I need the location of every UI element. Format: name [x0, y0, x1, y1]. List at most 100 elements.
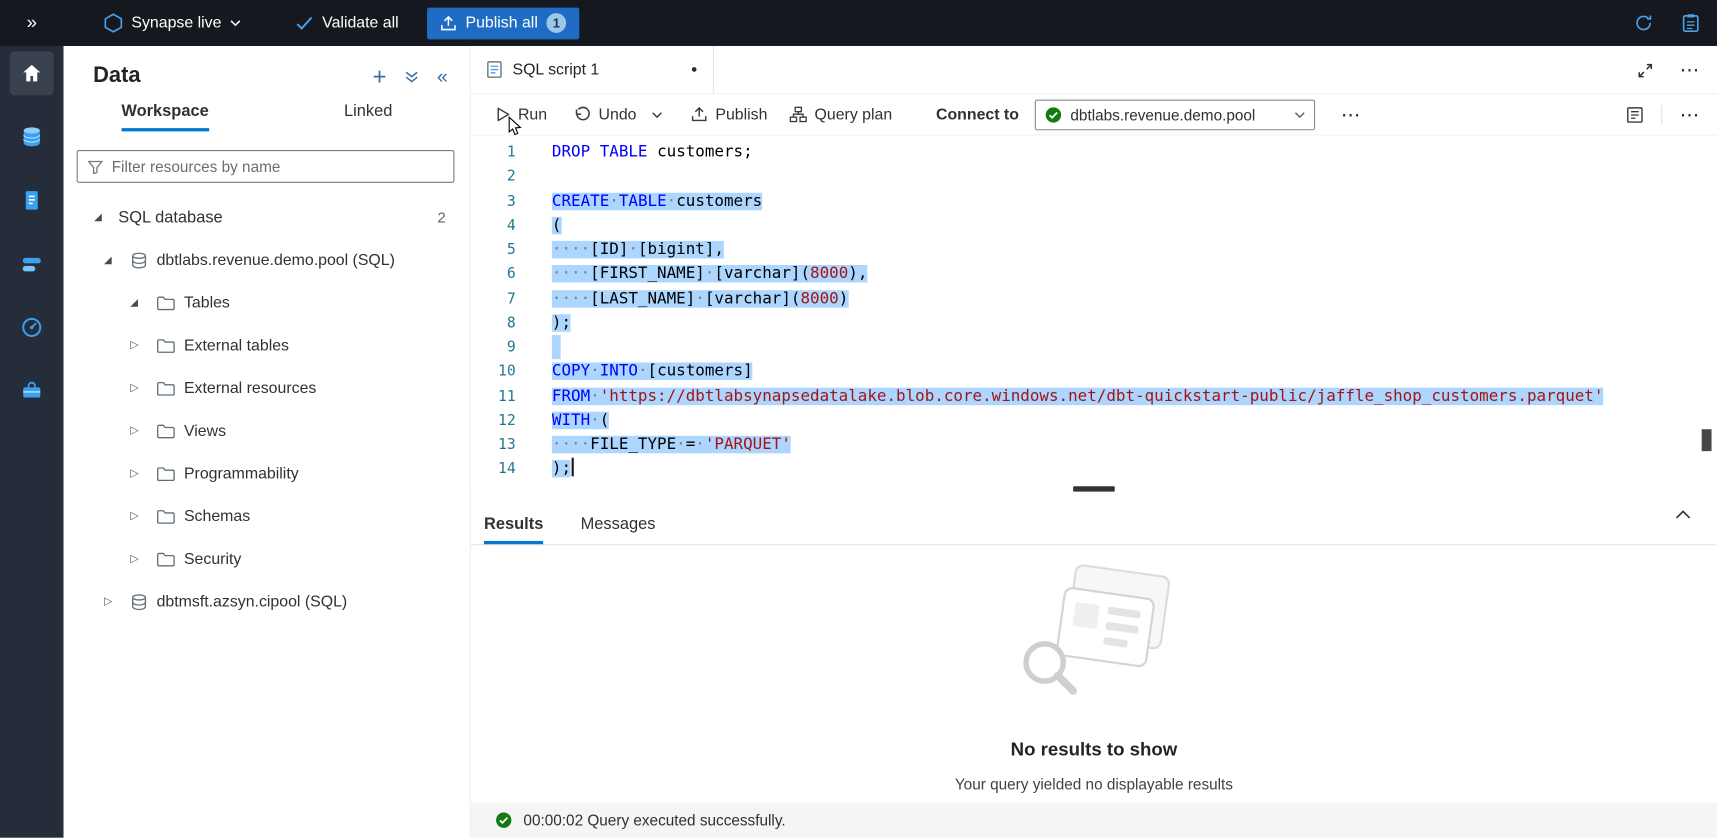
tab-messages-label: Messages [581, 515, 656, 545]
clipboard-icon[interactable] [1682, 13, 1700, 33]
undo-button[interactable]: Undo [573, 106, 636, 124]
toolbar-right-more-icon[interactable]: ⋯ [1680, 109, 1700, 120]
nav-manage[interactable] [10, 369, 54, 413]
panel-splitter[interactable] [471, 484, 1717, 493]
tree-item-label: Security [184, 550, 241, 568]
tree-item[interactable]: ▷ Schemas [64, 495, 470, 538]
expand-editor-icon[interactable] [1637, 62, 1653, 78]
top-bar: » Synapse live Validate all Publish all … [0, 0, 1717, 46]
query-status-text: 00:00:02 Query executed successfully. [523, 811, 785, 829]
validate-all-button[interactable]: Validate all [296, 14, 399, 32]
folder-icon [157, 551, 176, 566]
tree-item[interactable]: ▷Programmability [64, 452, 470, 495]
folder-icon [157, 338, 176, 353]
tree-item-label: SQL database [118, 208, 222, 227]
code-line[interactable]: 1DROP TABLE customers; [471, 140, 1717, 164]
code-line[interactable]: 7····[LAST_NAME]·[varchar](8000) [471, 286, 1717, 310]
collapse-node-icon[interactable]: ◢ [94, 211, 109, 223]
code-line[interactable]: 13····FILE_TYPE·=·'PARQUET' [471, 433, 1717, 457]
tab-workspace[interactable]: Workspace [64, 102, 267, 139]
code-line[interactable]: 14); [471, 457, 1717, 481]
code-editor[interactable]: 1DROP TABLE customers;23 CREATE·TABLE·cus… [471, 136, 1717, 486]
chevron-down-icon [652, 111, 663, 118]
tree-item-label: Schemas [184, 508, 250, 526]
tabstrip-more-icon[interactable]: ⋯ [1680, 65, 1700, 76]
nav-develop[interactable] [10, 178, 54, 222]
collapse-node-icon[interactable]: ◢ [130, 297, 145, 309]
nav-home[interactable] [10, 51, 54, 95]
code-line[interactable]: 4( [471, 213, 1717, 237]
scrollbar-thumb[interactable] [1702, 429, 1712, 451]
connect-to-label: Connect to [936, 106, 1019, 124]
line-number: 3 [471, 189, 516, 213]
expand-node-icon[interactable]: ▷ [130, 339, 145, 351]
tab-sql-script-1[interactable]: SQL script 1 ● [471, 46, 714, 93]
collapse-node-icon[interactable]: ◢ [104, 254, 119, 266]
resource-tree: ◢SQL database2◢dbtlabs.revenue.demo.pool… [64, 196, 470, 623]
undo-redo-dropdown[interactable] [652, 111, 663, 118]
refresh-icon[interactable] [1634, 13, 1654, 33]
collapse-panel-icon[interactable]: « [437, 66, 448, 86]
code-line[interactable]: 11FROM·'https://dbtlabsynapsedatalake.bl… [471, 384, 1717, 408]
mode-label: Synapse live [131, 14, 221, 32]
code-text: WITH·( [552, 408, 609, 432]
code-line[interactable]: 9 [471, 335, 1717, 359]
query-plan-label: Query plan [815, 106, 893, 124]
code-text: ····FILE_TYPE·=·'PARQUET' [552, 433, 791, 457]
code-line[interactable]: 12WITH·( [471, 408, 1717, 432]
code-line[interactable]: 6····[FIRST_NAME]·[varchar](8000), [471, 262, 1717, 286]
mode-switcher[interactable]: Synapse live [104, 13, 241, 33]
tree-item[interactable]: ◢SQL database2 [64, 196, 470, 239]
separator [1661, 105, 1662, 125]
publish-all-button[interactable]: Publish all 1 [427, 7, 579, 39]
line-number: 9 [471, 335, 516, 359]
tree-item[interactable]: ▷External resources [64, 367, 470, 410]
code-line[interactable]: 10COPY·INTO·[customers] [471, 359, 1717, 383]
validate-check-icon [296, 15, 314, 30]
tree-item[interactable]: ▷ Security [64, 538, 470, 581]
nav-integrate[interactable] [10, 242, 54, 286]
nav-monitor[interactable] [10, 306, 54, 350]
empty-results-title: No results to show [1011, 739, 1178, 761]
play-icon [495, 106, 510, 122]
code-text: CREATE·TABLE·customers [552, 189, 762, 213]
expand-node-icon[interactable]: ▷ [130, 510, 145, 522]
code-line[interactable]: 8); [471, 311, 1717, 335]
toolbar-more-icon[interactable]: ⋯ [1341, 109, 1361, 120]
publish-button[interactable]: Publish [691, 106, 767, 124]
expand-node-icon[interactable]: ▷ [130, 468, 145, 480]
tree-item[interactable]: ◢dbtlabs.revenue.demo.pool (SQL) [64, 239, 470, 282]
code-text: ····[LAST_NAME]·[varchar](8000) [552, 286, 848, 310]
code-line[interactable]: 5····[ID]·[bigint], [471, 238, 1717, 262]
tree-item[interactable]: ▷Views [64, 410, 470, 453]
collapse-all-icon[interactable] [404, 68, 419, 83]
run-button[interactable]: Run [495, 106, 547, 124]
connection-dropdown[interactable]: dbtlabs.revenue.demo.pool [1034, 99, 1314, 130]
expand-node-icon[interactable]: ▷ [104, 596, 119, 608]
code-line[interactable]: 3 CREATE·TABLE·customers [471, 189, 1717, 213]
expand-rail-icon[interactable]: » [0, 12, 64, 34]
expand-node-icon[interactable]: ▷ [130, 382, 145, 394]
splitter-handle[interactable] [1073, 486, 1115, 491]
home-icon [20, 61, 44, 85]
nav-data[interactable] [10, 115, 54, 159]
code-line[interactable]: 2 [471, 165, 1717, 189]
line-number: 2 [471, 165, 516, 189]
filter-input[interactable] [112, 158, 454, 176]
expand-node-icon[interactable]: ▷ [130, 553, 145, 565]
query-plan-button[interactable]: Query plan [789, 106, 892, 124]
tab-messages[interactable]: Messages [581, 493, 656, 544]
tab-linked[interactable]: Linked [267, 102, 470, 139]
tab-results[interactable]: Results [484, 493, 543, 544]
line-number: 1 [471, 140, 516, 164]
properties-icon[interactable] [1626, 106, 1644, 124]
document-tabstrip: SQL script 1 ● ⋯ [471, 46, 1717, 94]
expand-node-icon[interactable]: ▷ [130, 425, 145, 437]
query-plan-icon [789, 106, 807, 122]
tree-item[interactable]: ◢Tables [64, 281, 470, 324]
tree-item[interactable]: ▷dbtmsft.azsyn.cipool (SQL) [64, 580, 470, 623]
chevron-up-icon[interactable] [1675, 510, 1690, 519]
tree-item[interactable]: ▷External tables [64, 324, 470, 367]
connection-name: dbtlabs.revenue.demo.pool [1070, 106, 1285, 124]
add-resource-button[interactable]: + [372, 66, 386, 86]
